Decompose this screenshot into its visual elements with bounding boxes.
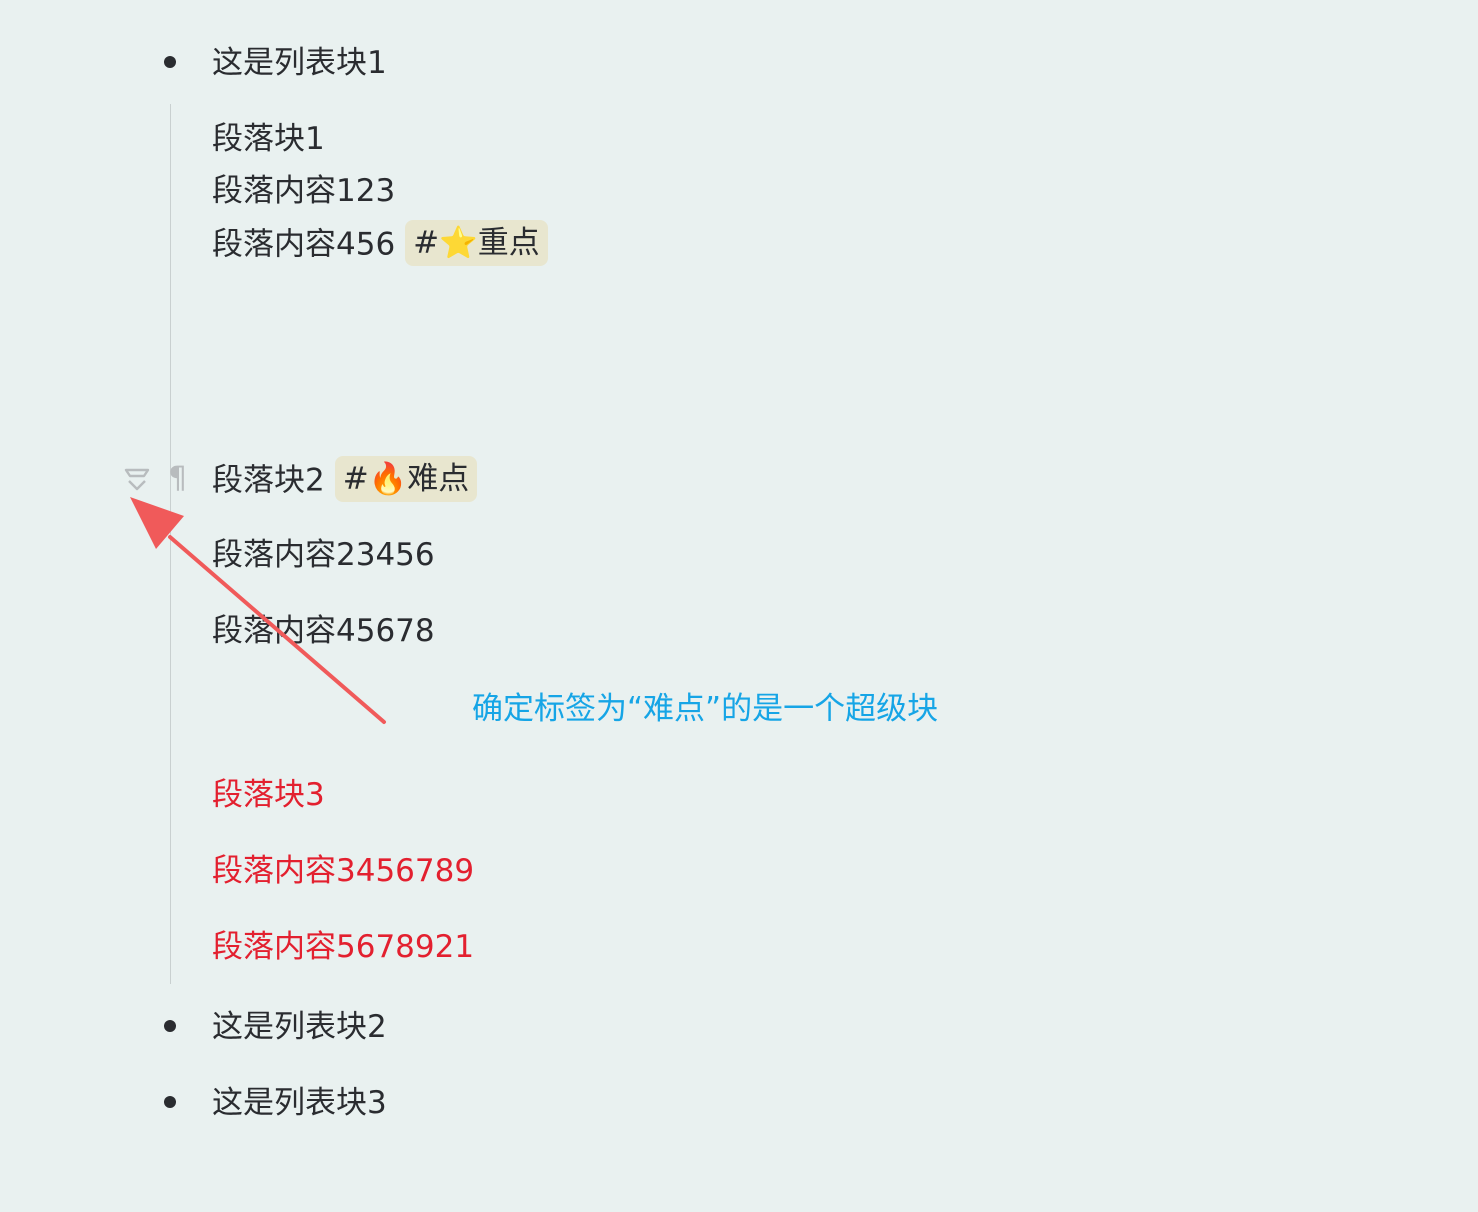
annotation-arrow bbox=[130, 497, 386, 724]
